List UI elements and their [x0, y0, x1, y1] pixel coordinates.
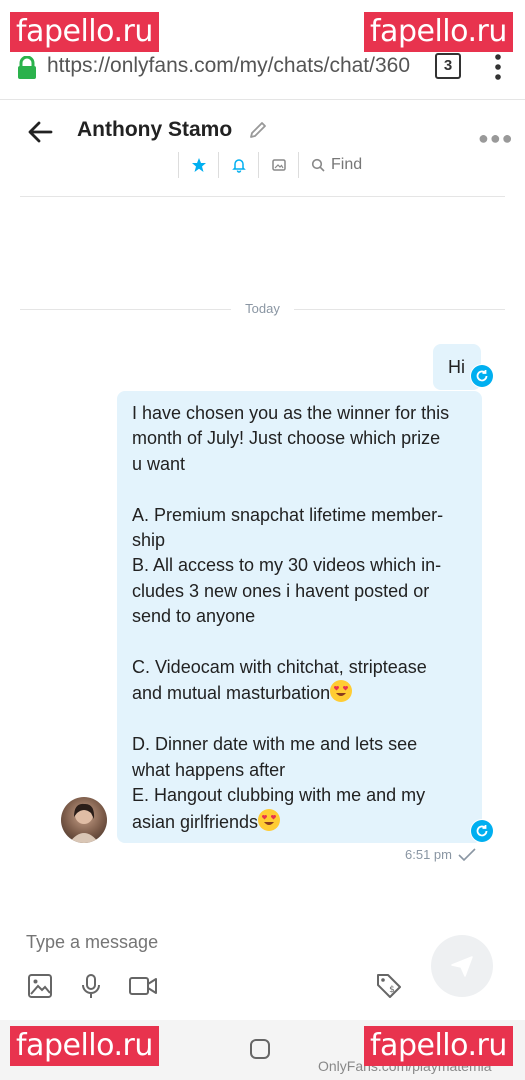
star-icon	[191, 158, 206, 172]
message-text: I have chosen you as the winner for this…	[132, 403, 450, 832]
watermark-bottom-left: fapello.ru	[10, 1026, 159, 1066]
set-price-button[interactable]: $	[373, 970, 405, 1002]
find-label: Find	[331, 156, 363, 173]
tab-switcher-button[interactable]: 3	[435, 53, 461, 79]
more-options-icon[interactable]: ●●●	[478, 128, 514, 149]
image-icon	[28, 974, 52, 998]
notifications-button[interactable]	[218, 152, 258, 178]
attach-image-button[interactable]	[24, 970, 56, 1002]
edit-pencil-icon[interactable]	[248, 120, 268, 140]
chat-header: Anthony Stamo ●●● Find	[0, 100, 525, 196]
video-camera-icon	[129, 977, 157, 995]
watermark-top-left: fapello.ru	[10, 12, 159, 52]
browser-menu-icon[interactable]	[490, 52, 506, 82]
image-icon	[271, 159, 286, 171]
url-field[interactable]: https://onlyfans.com/my/chats/chat/360	[47, 54, 422, 78]
header-divider	[20, 196, 505, 197]
watermark-top-right: fapello.ru	[364, 12, 513, 52]
date-divider: Today	[0, 300, 525, 320]
svg-text:$: $	[389, 985, 395, 995]
back-arrow-icon[interactable]	[26, 118, 54, 146]
resend-button[interactable]	[470, 364, 494, 388]
refresh-icon	[471, 365, 493, 387]
message-input[interactable]	[26, 932, 386, 953]
date-divider-label: Today	[231, 301, 294, 316]
chat-toolbar: Find	[178, 152, 362, 178]
microphone-icon	[82, 974, 100, 998]
message-text: Hi	[448, 357, 465, 377]
message-timestamp: 6:51 pm	[405, 847, 476, 862]
video-message-button[interactable]	[127, 970, 159, 1002]
home-button[interactable]	[250, 1039, 270, 1059]
favorite-button[interactable]	[178, 152, 218, 178]
heart-eyes-emoji-icon	[258, 808, 281, 831]
resend-button[interactable]	[470, 819, 494, 843]
find-button[interactable]: Find	[298, 152, 362, 178]
send-icon	[451, 956, 473, 977]
send-button[interactable]	[431, 935, 493, 997]
watermark-bottom-right: fapello.ru	[364, 1026, 513, 1066]
message-composer: $	[0, 908, 525, 1020]
price-tag-icon: $	[377, 974, 401, 998]
avatar[interactable]	[61, 797, 107, 843]
refresh-icon	[471, 820, 493, 842]
bell-icon	[231, 159, 246, 173]
contact-name[interactable]: Anthony Stamo	[77, 118, 232, 142]
lock-icon	[18, 56, 36, 79]
checkmark-icon	[458, 847, 476, 861]
message-bubble[interactable]: I have chosen you as the winner for this…	[117, 391, 482, 843]
media-gallery-button[interactable]	[258, 152, 298, 178]
voice-message-button[interactable]	[75, 970, 107, 1002]
heart-eyes-emoji-icon	[330, 680, 353, 703]
search-icon	[311, 158, 325, 172]
